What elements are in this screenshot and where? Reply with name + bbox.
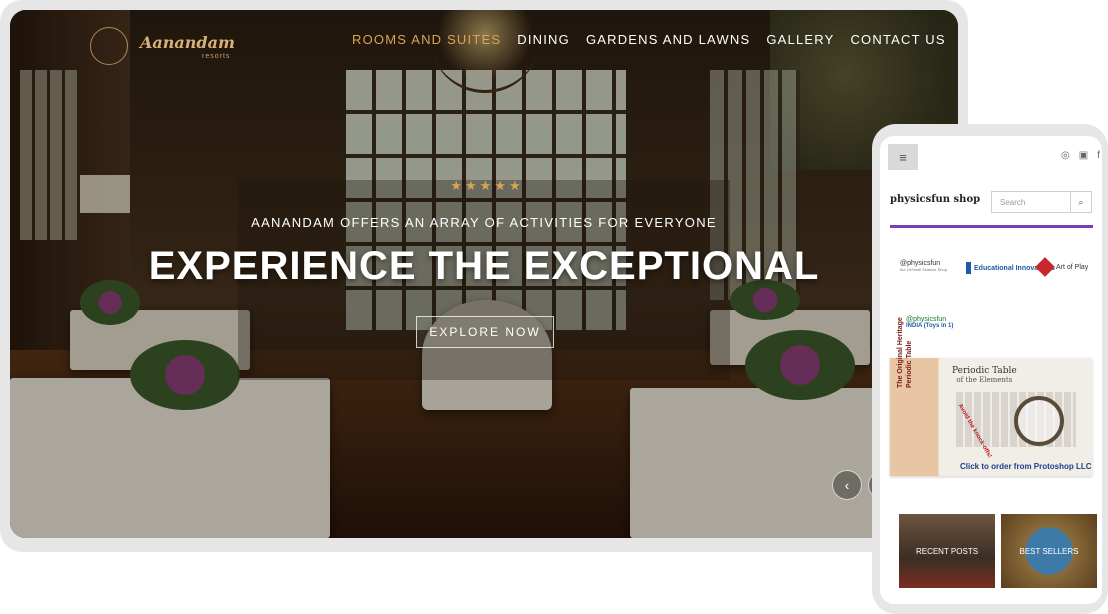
- logo-emblem-icon: [90, 27, 128, 65]
- banner-title-sub: of the Elements: [956, 376, 1013, 384]
- header-divider: [890, 225, 1093, 228]
- desktop-screen: Aanandam resorts ROOMS AND SUITES DINING…: [10, 10, 958, 538]
- banner-side-text: The Original Heritage Periodic Table: [897, 317, 913, 388]
- nav-dining[interactable]: DINING: [509, 32, 578, 47]
- shop-title[interactable]: physicsfun shop: [890, 194, 980, 205]
- brand-name: @physicsfun: [900, 260, 941, 267]
- slider-prev-icon[interactable]: ‹: [832, 470, 862, 500]
- ei-logo-icon: [966, 262, 971, 274]
- facebook-icon[interactable]: f: [1097, 150, 1100, 161]
- site-logo[interactable]: Aanandam resorts: [90, 27, 240, 67]
- hero-headline: EXPERIENCE THE EXCEPTIONAL: [148, 244, 820, 288]
- nav-gallery[interactable]: GALLERY: [758, 32, 842, 47]
- periodic-table-banner[interactable]: The Original Heritage Periodic Table Per…: [890, 317, 1092, 476]
- brand-logo-physicsfun[interactable]: @physicsfun the 24Small Science Shop: [900, 260, 947, 272]
- magnifier-icon: [1014, 396, 1064, 446]
- nav-contact-us[interactable]: CONTACT US: [842, 32, 953, 47]
- nav-gardens-and-lawns[interactable]: GARDENS AND LAWNS: [578, 32, 758, 47]
- logo-text: Aanandam: [140, 33, 235, 52]
- nav-rooms-and-suites[interactable]: ROOMS AND SUITES: [344, 32, 509, 47]
- instagram-icon[interactable]: ◎: [1061, 150, 1070, 161]
- banner-title-main: Periodic Table: [952, 366, 1017, 376]
- search-icon[interactable]: ⌕: [1070, 191, 1092, 213]
- logo-subtext: resorts: [202, 53, 231, 60]
- rating-stars-icon: ★★★★★: [450, 178, 524, 193]
- brand-logo-art-of-play[interactable]: Art of Play: [1035, 257, 1089, 277]
- main-nav: ROOMS AND SUITES DINING GARDENS AND LAWN…: [344, 32, 954, 47]
- social-links: ◎ ▣ f: [1061, 150, 1100, 161]
- banner-title: Periodic Table of the Elements: [952, 366, 1017, 384]
- search-input[interactable]: Search: [991, 191, 1071, 213]
- hamburger-menu-icon[interactable]: ≡: [888, 144, 918, 170]
- banner-order-link[interactable]: Click to order from Protoshop LLC: [960, 462, 1092, 471]
- hero-tagline: AANANDAM OFFERS AN ARRAY OF ACTIVITIES F…: [251, 215, 717, 230]
- brand-subtitle: the 24Small Science Shop: [900, 267, 947, 272]
- explore-now-button[interactable]: EXPLORE NOW: [416, 316, 554, 348]
- mobile-screen: ≡ ◎ ▣ f physicsfun shop Search ⌕ @physic…: [880, 136, 1102, 604]
- brand-name: Art of Play: [1056, 263, 1089, 271]
- spade-diamond-icon: [1035, 257, 1055, 277]
- best-sellers-tile[interactable]: BEST SELLERS: [1001, 514, 1097, 588]
- recent-posts-tile[interactable]: RECENT POSTS: [899, 514, 995, 588]
- youtube-icon[interactable]: ▣: [1079, 150, 1088, 161]
